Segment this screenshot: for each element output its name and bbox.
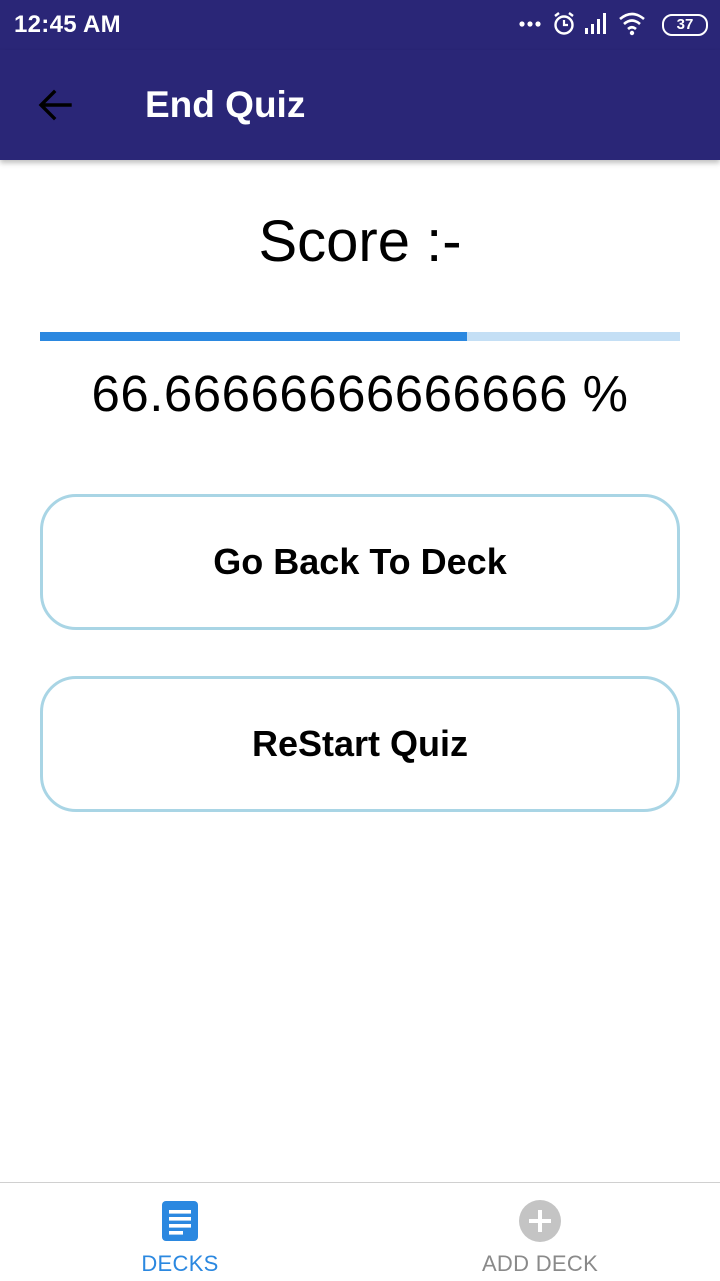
battery-level: 37 [676, 16, 694, 33]
signal-icon [585, 13, 606, 34]
deck-list-icon [162, 1201, 198, 1241]
status-time: 12:45 AM [14, 11, 121, 38]
restart-quiz-button[interactable]: ReStart Quiz [40, 676, 680, 812]
bottom-nav: DECKS ADD DECK [0, 1182, 720, 1281]
go-back-to-deck-button[interactable]: Go Back To Deck [40, 494, 680, 630]
tab-decks[interactable]: DECKS [0, 1183, 360, 1281]
arrow-left-icon [38, 89, 72, 121]
more-dots-icon [519, 21, 541, 27]
tab-decks-label: DECKS [141, 1251, 219, 1276]
status-icons: 37 [518, 10, 708, 40]
app-bar: End Quiz [0, 50, 720, 160]
page-title: End Quiz [145, 84, 306, 125]
status-bar: 12:45 AM 37 [0, 0, 720, 50]
score-label: Score :- [258, 209, 462, 274]
tab-add-deck[interactable]: ADD DECK [360, 1183, 720, 1281]
alarm-icon [554, 12, 574, 35]
score-progress-fill [40, 332, 467, 341]
battery-icon: 37 [662, 14, 708, 36]
score-value: 66.66666666666666 % [91, 365, 629, 422]
tab-add-deck-label: ADD DECK [481, 1251, 599, 1276]
wifi-icon [619, 12, 645, 36]
score-progress-bar [40, 332, 680, 341]
back-button[interactable] [30, 82, 80, 128]
add-circle-icon [519, 1200, 561, 1242]
